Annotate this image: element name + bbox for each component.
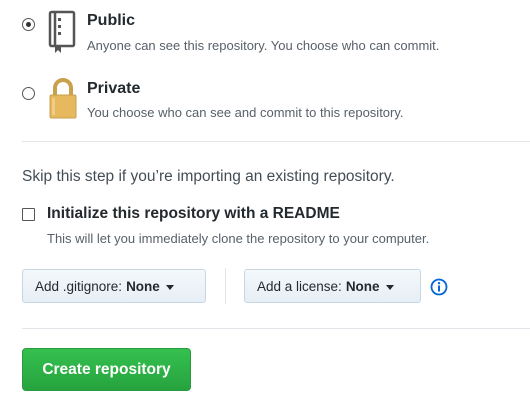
- license-select-button[interactable]: Add a license: None: [244, 269, 421, 303]
- readme-description: This will let you immediately clone the …: [47, 231, 430, 246]
- divider: [22, 141, 530, 142]
- private-title[interactable]: Private: [87, 80, 140, 98]
- private-description: You choose who can see and commit to thi…: [87, 105, 404, 120]
- public-description: Anyone can see this repository. You choo…: [87, 38, 440, 53]
- private-radio[interactable]: [22, 87, 35, 100]
- gitignore-select-button[interactable]: Add .gitignore: None: [22, 269, 206, 303]
- repo-book-icon: [47, 10, 77, 54]
- license-value: None: [345, 278, 380, 294]
- vertical-divider: [225, 268, 226, 304]
- readme-title[interactable]: Initialize this repository with a README: [47, 205, 340, 223]
- lock-icon: [49, 76, 77, 120]
- import-hint: Skip this step if you’re importing an ex…: [22, 168, 395, 185]
- public-radio[interactable]: [22, 18, 35, 31]
- public-title[interactable]: Public: [87, 12, 135, 30]
- gitignore-value: None: [126, 278, 160, 294]
- license-label: Add a license:: [257, 278, 342, 294]
- chevron-down-icon: [385, 284, 394, 290]
- info-icon[interactable]: [430, 278, 448, 296]
- create-repository-button[interactable]: Create repository: [22, 348, 191, 391]
- gitignore-label: Add .gitignore:: [35, 278, 123, 294]
- chevron-down-icon: [165, 284, 174, 290]
- radio-selected-dot: [25, 21, 31, 27]
- divider: [22, 328, 530, 329]
- readme-checkbox[interactable]: [22, 208, 35, 221]
